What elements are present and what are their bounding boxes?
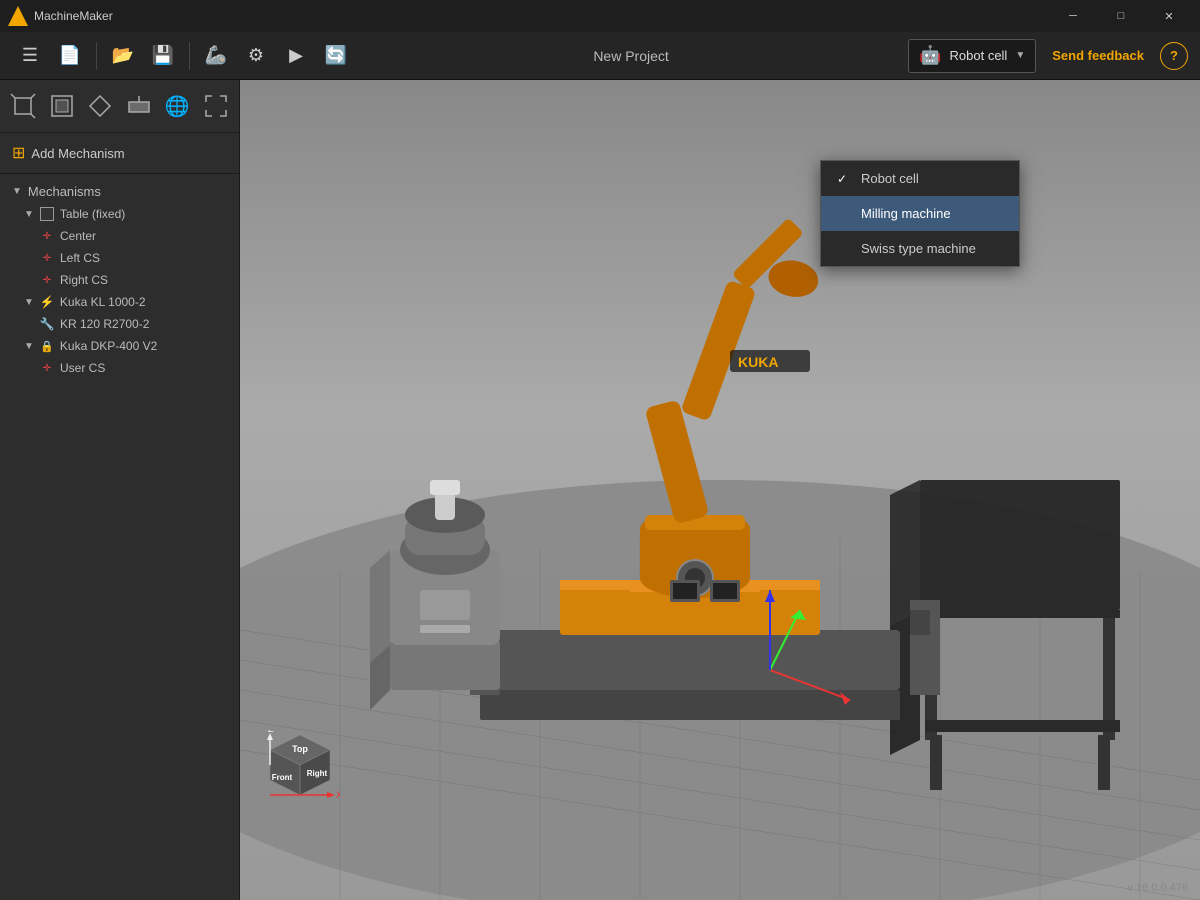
mechanisms-label: Mechanisms: [28, 184, 101, 199]
minimize-button[interactable]: ─: [1050, 0, 1096, 32]
add-mechanism-label: Add Mechanism: [31, 146, 124, 161]
kuka-kl-label: Kuka KL 1000-2: [60, 295, 146, 309]
mechanism-button[interactable]: 🦾: [198, 38, 234, 74]
tool-icon-kr120: 🔧: [40, 317, 54, 331]
robot-cell-dropdown-button[interactable]: 🤖 Robot cell ▼: [908, 39, 1036, 73]
svg-text:X: X: [336, 790, 340, 800]
chevron-down-icon: ▼: [1015, 50, 1025, 61]
toolbar-separator: [96, 42, 97, 70]
svg-text:Right: Right: [307, 769, 328, 778]
tree-arrow-kuka-kl: ▼: [24, 297, 34, 308]
tree-item-center[interactable]: ✛ Center: [0, 225, 239, 247]
dropdown-swiss-label: Swiss type machine: [861, 241, 976, 256]
tree-item-kuka-dkp[interactable]: ▼ 🔒 Kuka DKP-400 V2: [0, 335, 239, 357]
play-button[interactable]: ▶: [278, 38, 314, 74]
plus-icon: ⊞: [12, 143, 25, 163]
tree-item-left-cs[interactable]: ✛ Left CS: [0, 247, 239, 269]
globe-icon[interactable]: 🌐: [162, 88, 193, 124]
robot-cell-icon: 🤖: [919, 45, 941, 66]
kuka-dkp-label: Kuka DKP-400 V2: [60, 339, 157, 353]
cs-icon-center: ✛: [40, 229, 54, 243]
check-icon-robot-cell: ✓: [837, 172, 853, 186]
center-label: Center: [60, 229, 96, 243]
svg-text:Front: Front: [272, 773, 293, 782]
tree-arrow-kuka-dkp: ▼: [24, 341, 34, 352]
table-label: Table (fixed): [60, 207, 125, 221]
toolbar-separator-2: [189, 42, 190, 70]
app-name: MachineMaker: [34, 9, 1050, 23]
settings-button[interactable]: ⚙: [238, 38, 274, 74]
close-button[interactable]: ✕: [1146, 0, 1192, 32]
left-panel: 🌐 ⊞ Add Mechanism ▼ Mechanisms ▼ Table (…: [0, 80, 240, 900]
fit-screen-button[interactable]: [201, 88, 232, 124]
gear-icon-kuka-kl: ⚡: [40, 295, 54, 309]
3d-scene: KUKA: [240, 80, 1200, 900]
help-button[interactable]: ?: [1160, 42, 1188, 70]
tree-arrow-table: ▼: [24, 209, 34, 220]
axis-gizmo[interactable]: Top Front Right Z X: [260, 730, 340, 810]
toolbar: ☰ 📄 📂 💾 🦾 ⚙ ▶ 🔄 New Project 🤖 Robot cell…: [0, 32, 1200, 80]
tree-item-kuka-kl[interactable]: ▼ ⚡ Kuka KL 1000-2: [0, 291, 239, 313]
mechanisms-header[interactable]: ▼ Mechanisms: [0, 180, 239, 203]
table-icon: [40, 207, 54, 221]
svg-text:KUKA: KUKA: [738, 354, 778, 370]
dropdown-milling-label: Milling machine: [861, 206, 951, 221]
robot-cell-label: Robot cell: [950, 48, 1008, 63]
iso-view-button[interactable]: [8, 88, 39, 124]
app-icon: [8, 6, 28, 26]
maximize-button[interactable]: □: [1098, 0, 1144, 32]
add-mechanism-button[interactable]: ⊞ Add Mechanism: [0, 133, 239, 174]
dropdown-robot-cell-label: Robot cell: [861, 171, 919, 186]
tree-arrow-mechanisms: ▼: [12, 186, 22, 197]
robot-cell-dropdown-menu: ✓ Robot cell Milling machine Swiss type …: [820, 160, 1020, 267]
side-view-button[interactable]: [85, 88, 116, 124]
right-cs-label: Right CS: [60, 273, 108, 287]
open-button[interactable]: 📂: [105, 38, 141, 74]
viewport[interactable]: KUKA: [240, 80, 1200, 900]
dropdown-item-robot-cell[interactable]: ✓ Robot cell: [821, 161, 1019, 196]
view-toolbar: 🌐: [0, 80, 239, 133]
front-view-button[interactable]: [47, 88, 78, 124]
cs-icon-left: ✛: [40, 251, 54, 265]
kr120-label: KR 120 R2700-2: [60, 317, 149, 331]
user-cs-label: User CS: [60, 361, 105, 375]
window-controls: ─ □ ✕: [1050, 0, 1192, 32]
new-file-button[interactable]: 📄: [52, 38, 88, 74]
send-feedback-button[interactable]: Send feedback: [1040, 48, 1156, 63]
dropdown-item-milling-machine[interactable]: Milling machine: [821, 196, 1019, 231]
tree-item-kr120[interactable]: 🔧 KR 120 R2700-2: [0, 313, 239, 335]
svg-text:Z: Z: [268, 730, 274, 734]
svg-text:Top: Top: [292, 744, 308, 754]
project-title: New Project: [358, 48, 904, 64]
floor-view-button[interactable]: [124, 88, 155, 124]
lock-icon-kuka-dkp: 🔒: [40, 339, 54, 353]
cs-icon-right: ✛: [40, 273, 54, 287]
left-cs-label: Left CS: [60, 251, 100, 265]
sync-button[interactable]: 🔄: [318, 38, 354, 74]
menu-button[interactable]: ☰: [12, 38, 48, 74]
main-area: 🌐 ⊞ Add Mechanism ▼ Mechanisms ▼ Table (…: [0, 80, 1200, 900]
save-button[interactable]: 💾: [145, 38, 181, 74]
dropdown-item-swiss-type[interactable]: Swiss type machine: [821, 231, 1019, 266]
version-label: v 16.0.0.476: [1127, 882, 1188, 894]
mechanism-tree: ▼ Mechanisms ▼ Table (fixed) ✛ Center ✛ …: [0, 174, 239, 385]
tree-item-right-cs[interactable]: ✛ Right CS: [0, 269, 239, 291]
tree-item-table-fixed[interactable]: ▼ Table (fixed): [0, 203, 239, 225]
tree-item-user-cs[interactable]: ✛ User CS: [0, 357, 239, 379]
cs-icon-user: ✛: [40, 361, 54, 375]
titlebar: MachineMaker ─ □ ✕: [0, 0, 1200, 32]
